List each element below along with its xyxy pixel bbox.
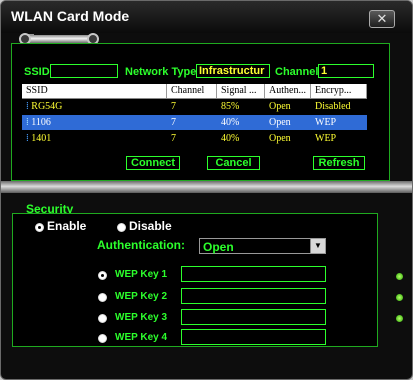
- wep-key-3-input[interactable]: [181, 309, 326, 325]
- wep-key-2-radio[interactable]: [98, 293, 107, 302]
- network-auth: Open: [269, 101, 291, 112]
- window-title: WLAN Card Mode: [11, 8, 130, 24]
- network-channel: 7: [171, 101, 176, 112]
- network-signal-icon: ⁞: [26, 133, 29, 144]
- network-signal: 40%: [221, 117, 240, 128]
- network-type-label: Network Type: [125, 66, 197, 78]
- column-header-ssid[interactable]: SSID: [22, 84, 167, 98]
- network-signal: 85%: [221, 101, 240, 112]
- network-ssid: 1401: [31, 133, 52, 144]
- cancel-button[interactable]: Cancel: [207, 156, 260, 170]
- disable-radio[interactable]: [117, 223, 126, 232]
- wep-key-4-label: WEP Key 4: [115, 332, 168, 343]
- channel-label: Channel: [275, 66, 319, 78]
- connect-button[interactable]: Connect: [126, 156, 180, 170]
- close-button[interactable]: ✕: [369, 10, 395, 28]
- channel-field[interactable]: 1: [318, 64, 374, 78]
- network-encryption: WEP: [315, 133, 337, 144]
- panel-divider: [1, 181, 412, 193]
- wep-key-2-label: WEP Key 2: [115, 291, 168, 302]
- network-signal: 40%: [221, 133, 240, 144]
- ssid-input[interactable]: [50, 64, 118, 78]
- network-encryption: Disabled: [315, 101, 351, 112]
- network-type-field[interactable]: Infrastructur: [196, 64, 270, 78]
- network-row[interactable]: ⁞ 1401 7 40% Open WEP: [22, 131, 367, 146]
- enable-label[interactable]: Enable: [47, 219, 86, 233]
- network-channel: 7: [171, 133, 176, 144]
- wep-key-4-radio[interactable]: [98, 334, 107, 343]
- wep-key-1-radio[interactable]: [98, 271, 107, 280]
- network-channel: 7: [171, 117, 176, 128]
- authentication-label: Authentication:: [97, 238, 185, 252]
- ssid-label: SSID: [24, 66, 50, 78]
- network-auth: Open: [269, 133, 291, 144]
- wep-key-1-input[interactable]: [181, 266, 326, 282]
- authentication-value: Open: [203, 240, 234, 254]
- network-signal-icon: ⁞: [26, 101, 29, 112]
- network-ssid: 1106: [31, 117, 51, 128]
- network-auth: Open: [269, 117, 291, 128]
- network-row-selected[interactable]: ⁞ 1106 7 40% Open WEP: [22, 115, 367, 130]
- column-header-channel[interactable]: Channel: [167, 84, 217, 98]
- network-signal-icon: ⁞: [26, 117, 29, 128]
- wep-key-3-radio[interactable]: [98, 314, 107, 323]
- wep-key-3-label: WEP Key 3: [115, 312, 168, 323]
- status-led-icon: [396, 315, 403, 322]
- authentication-select[interactable]: Open ▼: [199, 238, 326, 254]
- wep-key-2-input[interactable]: [181, 288, 326, 304]
- chevron-down-icon[interactable]: ▼: [310, 239, 325, 253]
- network-list-header: SSID Channel Signal ... Authen... Encryp…: [22, 84, 367, 99]
- column-header-encryption[interactable]: Encryp...: [311, 84, 367, 98]
- network-encryption: WEP: [315, 117, 337, 128]
- enable-radio[interactable]: [35, 223, 44, 232]
- network-ssid: RG54G: [31, 101, 63, 112]
- decorative-pipe: [25, 35, 95, 43]
- column-header-authentication[interactable]: Authen...: [265, 84, 311, 98]
- status-led-icon: [396, 273, 403, 280]
- refresh-button[interactable]: Refresh: [313, 156, 365, 170]
- status-led-icon: [396, 294, 403, 301]
- wep-key-1-label: WEP Key 1: [115, 269, 168, 280]
- disable-label[interactable]: Disable: [129, 219, 172, 233]
- column-header-signal[interactable]: Signal ...: [217, 84, 265, 98]
- title-bar[interactable]: WLAN Card Mode ✕: [1, 1, 412, 33]
- wep-key-4-input[interactable]: [181, 329, 326, 345]
- wlan-card-mode-window: WLAN Card Mode ✕ SSID Network Type Infra…: [0, 0, 413, 380]
- network-row[interactable]: ⁞ RG54G 7 85% Open Disabled: [22, 99, 367, 114]
